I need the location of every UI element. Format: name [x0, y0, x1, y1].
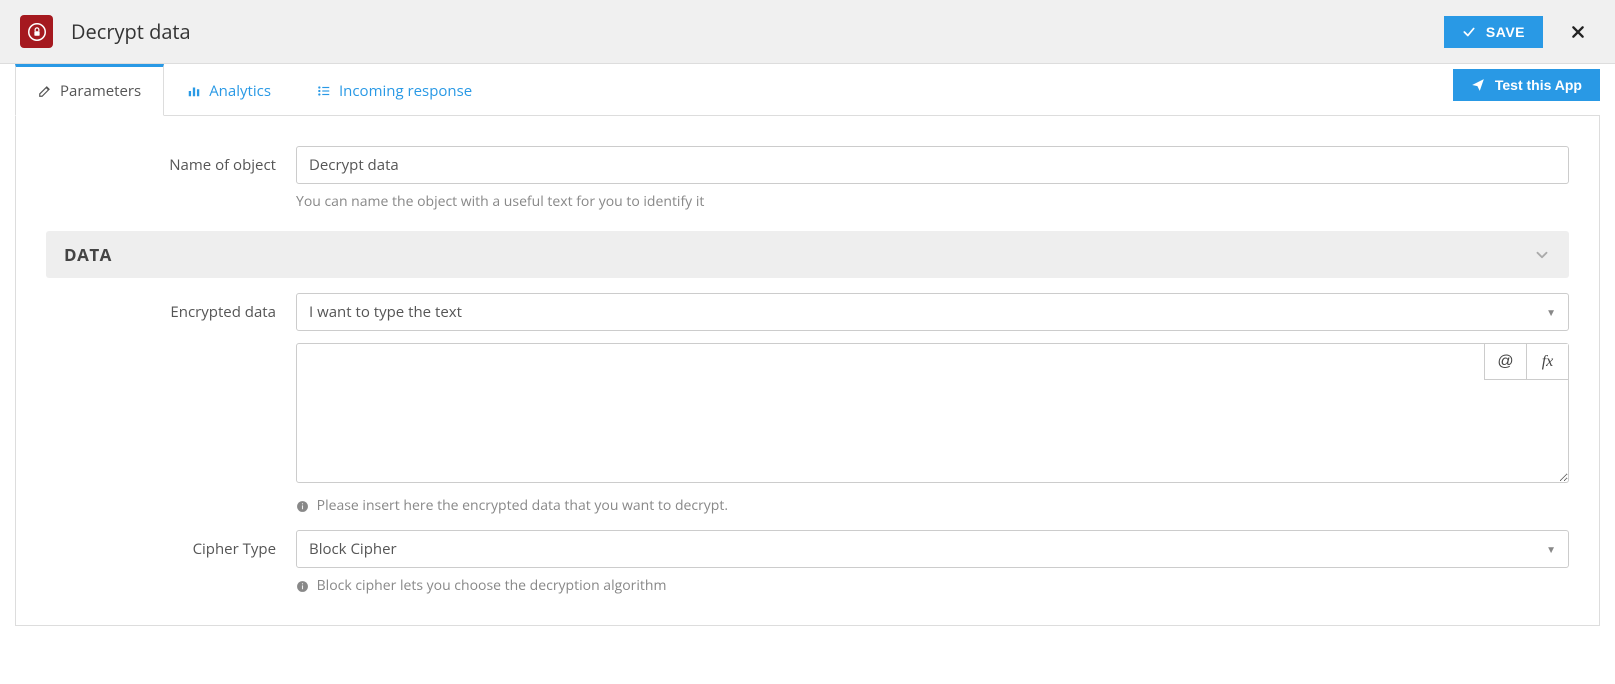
row-encrypted: Encrypted data I want to type the text ▼… [46, 293, 1569, 515]
chevron-down-icon [1533, 246, 1551, 264]
textarea-tools: @ fx [1484, 344, 1568, 380]
label-cipher: Cipher Type [46, 530, 296, 559]
close-button[interactable] [1561, 21, 1595, 43]
row-cipher: Cipher Type Block Cipher ▼ Block cipher … [46, 530, 1569, 595]
cipher-type-value: Block Cipher [309, 539, 397, 559]
main-panel: Parameters Analytics Incoming response [15, 64, 1600, 626]
label-encrypted: Encrypted data [46, 293, 296, 322]
label-name: Name of object [46, 146, 296, 175]
encrypted-help: Please insert here the encrypted data th… [296, 496, 1569, 515]
test-app-label: Test this App [1495, 77, 1582, 93]
page-header: Decrypt data SAVE [0, 0, 1615, 64]
tab-incoming-label: Incoming response [339, 81, 472, 101]
tab-bar: Parameters Analytics Incoming response [15, 64, 1600, 116]
row-name: Name of object You can name the object w… [46, 146, 1569, 211]
cipher-help-text: Block cipher lets you choose the decrypt… [317, 576, 667, 595]
encrypted-mode-select[interactable]: I want to type the text ▼ [296, 293, 1569, 331]
tab-incoming-response[interactable]: Incoming response [294, 64, 495, 116]
save-button-label: SAVE [1486, 24, 1525, 40]
info-icon [296, 500, 309, 513]
at-button[interactable]: @ [1484, 344, 1526, 380]
paper-plane-icon [1471, 78, 1485, 92]
lock-icon [28, 23, 46, 41]
encrypted-help-text: Please insert here the encrypted data th… [317, 496, 728, 515]
cipher-help: Block cipher lets you choose the decrypt… [296, 576, 1569, 595]
at-icon: @ [1497, 353, 1513, 371]
section-data-header[interactable]: DATA [46, 231, 1569, 278]
tab-analytics[interactable]: Analytics [164, 64, 294, 116]
tab-parameters[interactable]: Parameters [15, 64, 164, 116]
caret-down-icon: ▼ [1546, 542, 1556, 556]
checkmark-icon [1462, 25, 1476, 39]
test-app-button[interactable]: Test this App [1453, 69, 1600, 101]
caret-down-icon: ▼ [1546, 305, 1556, 319]
tab-content: Name of object You can name the object w… [15, 116, 1600, 626]
cipher-type-select[interactable]: Block Cipher ▼ [296, 530, 1569, 568]
fx-icon: fx [1542, 353, 1554, 371]
page-title: Decrypt data [71, 18, 1444, 45]
info-icon [296, 580, 309, 593]
tab-analytics-label: Analytics [209, 81, 271, 101]
tab-parameters-label: Parameters [60, 81, 141, 101]
encrypted-mode-value: I want to type the text [309, 302, 462, 322]
fx-button[interactable]: fx [1526, 344, 1568, 380]
encrypted-textarea[interactable] [296, 343, 1569, 483]
section-data-title: DATA [64, 243, 112, 266]
app-icon [20, 15, 53, 48]
name-input[interactable] [296, 146, 1569, 184]
bar-chart-icon [187, 84, 201, 98]
name-help-text: You can name the object with a useful te… [296, 192, 1569, 211]
save-button[interactable]: SAVE [1444, 16, 1543, 48]
close-icon [1571, 25, 1585, 39]
list-icon [317, 84, 331, 98]
edit-icon [38, 84, 52, 98]
